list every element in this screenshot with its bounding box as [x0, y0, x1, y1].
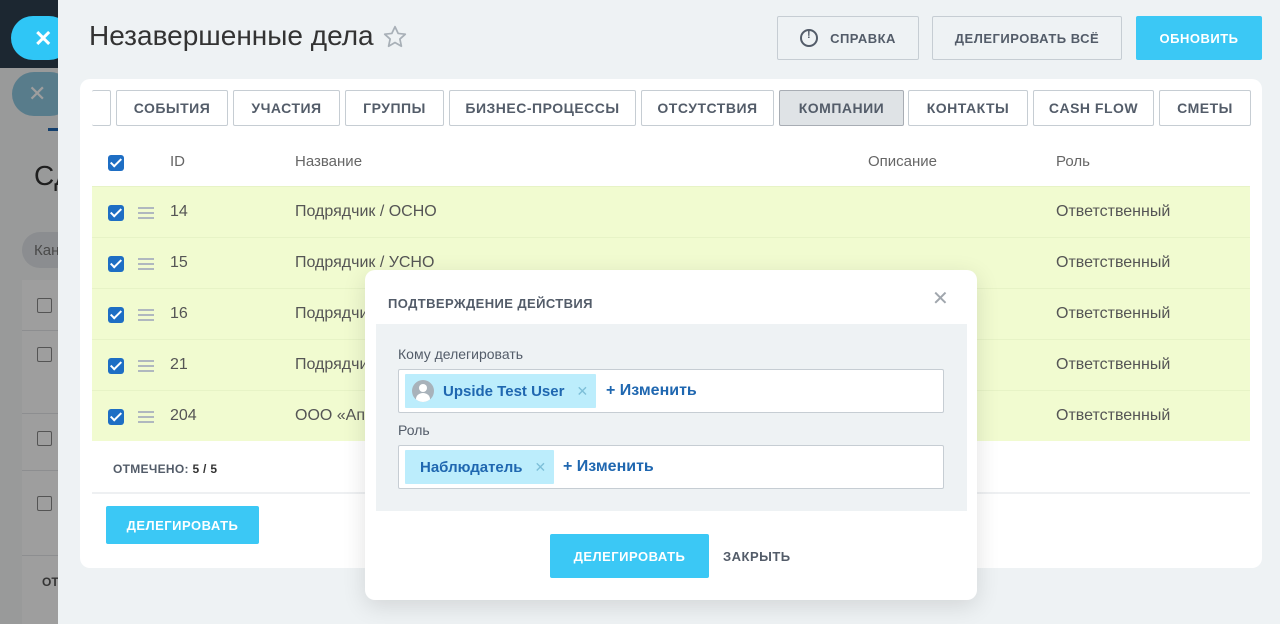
role-chip[interactable]: Наблюдатель ✕ [405, 450, 555, 484]
cell-id: 21 [170, 356, 188, 373]
cell-role: Ответственный [1056, 305, 1171, 322]
cell-role: Ответственный [1056, 254, 1171, 271]
delegate-all-button[interactable]: ДЕЛЕГИРОВАТЬ ВСЁ [932, 16, 1122, 60]
tab-events[interactable]: СОБЫТИЯ [116, 90, 228, 126]
info-icon [800, 29, 819, 47]
select-all-checkbox[interactable] [108, 155, 124, 171]
cell-role: Ответственный [1056, 356, 1171, 373]
row-checkbox[interactable] [108, 358, 124, 374]
tab-groups[interactable]: ГРУППЫ [345, 90, 444, 126]
tab-partial[interactable] [92, 90, 111, 126]
change-user-link[interactable]: + Изменить [606, 382, 697, 400]
cell-id: 16 [170, 305, 188, 322]
cell-id: 204 [170, 407, 197, 424]
drag-handle-icon[interactable] [138, 258, 154, 270]
page-title: Незавершенные дела [89, 20, 374, 51]
help-button-label: СПРАВКА [830, 30, 896, 46]
drag-handle-icon[interactable] [138, 207, 154, 219]
remove-chip-icon[interactable]: ✕ [576, 383, 588, 400]
refresh-button[interactable]: ОБНОВИТЬ [1136, 16, 1262, 60]
marked-value: 5 / 5 [192, 462, 218, 476]
tab-participations[interactable]: УЧАСТИЯ [233, 90, 340, 126]
help-button[interactable]: СПРАВКА [777, 16, 919, 60]
drag-handle-icon[interactable] [138, 411, 154, 423]
cell-role: Ответственный [1056, 203, 1171, 220]
row-checkbox[interactable] [108, 307, 124, 323]
cell-id: 15 [170, 254, 188, 271]
marked-label: ОТМЕЧЕНО: [113, 462, 189, 476]
user-chip-label: Upside Test User [443, 382, 565, 400]
close-icon[interactable]: ✕ [932, 286, 949, 311]
dialog-body: Кому делегировать Upside Test User ✕ + И… [376, 324, 967, 511]
role-label: Роль [398, 422, 430, 438]
confirm-dialog: ПОДТВЕРЖДЕНИЕ ДЕЙСТВИЯ ✕ Кому делегирова… [365, 270, 977, 600]
user-chip[interactable]: Upside Test User ✕ [405, 374, 597, 408]
star-icon[interactable] [382, 24, 408, 50]
cell-id: 14 [170, 203, 188, 220]
tab-estimates[interactable]: СМЕТЫ [1159, 90, 1251, 126]
tab-contacts[interactable]: КОНТАКТЫ [908, 90, 1028, 126]
row-checkbox[interactable] [108, 256, 124, 272]
drag-handle-icon[interactable] [138, 360, 154, 372]
role-chip-label: Наблюдатель [420, 458, 523, 476]
cell-role: Ответственный [1056, 407, 1171, 424]
user-avatar-icon [412, 380, 434, 402]
confirm-delegate-button[interactable]: ДЕЛЕГИРОВАТЬ [550, 534, 709, 578]
marked-counter: ОТМЕЧЕНО: 5 / 5 [113, 462, 217, 476]
drag-handle-icon[interactable] [138, 309, 154, 321]
cell-name[interactable]: Подрядчи [295, 305, 368, 323]
row-checkbox[interactable] [108, 409, 124, 425]
delegate-to-label: Кому делегировать [398, 346, 524, 362]
column-header-id[interactable]: ID [170, 153, 185, 170]
row-checkbox[interactable] [108, 205, 124, 221]
cell-name[interactable]: Подрядчи [295, 356, 368, 374]
tab-business-processes[interactable]: БИЗНЕС-ПРОЦЕССЫ [449, 90, 636, 126]
tab-cash-flow[interactable]: CASH FLOW [1033, 90, 1154, 126]
close-dialog-button[interactable]: ЗАКРЫТЬ [723, 549, 791, 564]
delegate-to-field[interactable]: Upside Test User ✕ + Изменить [398, 369, 944, 413]
dialog-title: ПОДТВЕРЖДЕНИЕ ДЕЙСТВИЯ [388, 296, 593, 311]
column-header-name[interactable]: Название [295, 153, 362, 170]
delegate-button[interactable]: ДЕЛЕГИРОВАТЬ [106, 506, 259, 544]
cell-name[interactable]: Подрядчик / ОСНО [295, 203, 437, 221]
close-icon: ✕ [34, 26, 53, 51]
column-header-description[interactable]: Описание [868, 153, 937, 170]
tab-absences[interactable]: ОТСУТСТВИЯ [641, 90, 774, 126]
tab-companies[interactable]: КОМПАНИИ [779, 90, 904, 126]
change-role-link[interactable]: + Изменить [563, 458, 654, 476]
remove-chip-icon[interactable]: ✕ [535, 459, 547, 476]
table-row[interactable]: 14 Подрядчик / ОСНО Ответственный [92, 186, 1250, 237]
cell-name[interactable]: ООО «Ап [295, 407, 365, 425]
role-field[interactable]: Наблюдатель ✕ + Изменить [398, 445, 944, 489]
column-header-role[interactable]: Роль [1056, 153, 1090, 170]
